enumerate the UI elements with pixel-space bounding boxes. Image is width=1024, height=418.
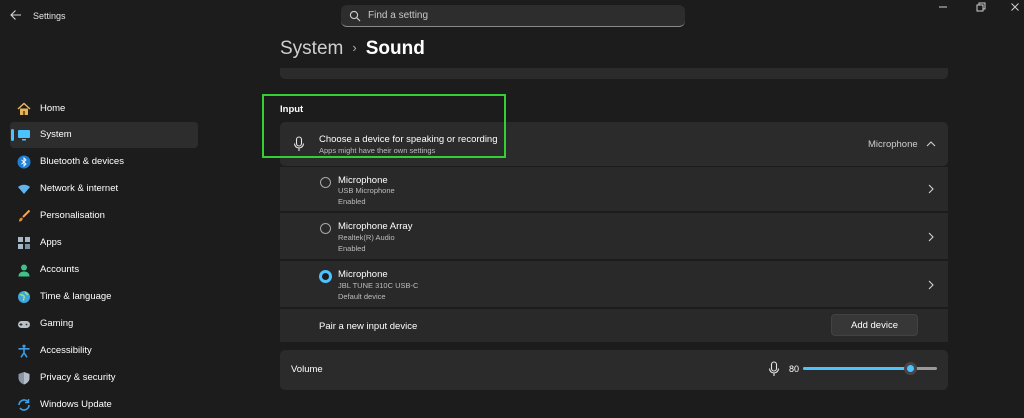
volume-row: Volume 80: [280, 350, 948, 390]
title-bar: Settings: [0, 0, 1024, 34]
shield-icon: [18, 372, 30, 385]
sidebar-item-network[interactable]: Network & internet: [10, 176, 198, 202]
app-title: Settings: [33, 11, 66, 21]
globe-icon: [18, 291, 30, 303]
search-input[interactable]: [368, 5, 668, 25]
sidebar-item-privacy-security[interactable]: Privacy & security: [10, 365, 198, 391]
volume-slider[interactable]: [803, 362, 937, 375]
sidebar-item-bluetooth[interactable]: Bluetooth & devices: [10, 149, 198, 175]
previous-section-card: [280, 68, 948, 79]
device-radio[interactable]: [320, 223, 331, 234]
highlight-box: [262, 94, 506, 158]
pair-device-label: Pair a new input device: [319, 321, 418, 332]
page-title: Sound: [365, 38, 425, 59]
apps-icon: [18, 237, 30, 249]
gamepad-icon: [18, 321, 30, 328]
chevron-right-icon[interactable]: [928, 232, 934, 242]
volume-slider-fill: [803, 367, 911, 370]
minimize-icon[interactable]: [926, 0, 960, 20]
chooser-value: Microphone: [868, 139, 918, 150]
microphone-icon: [768, 361, 780, 376]
chevron-right-icon[interactable]: [928, 184, 934, 194]
device-status: Enabled: [338, 197, 366, 206]
breadcrumb-parent[interactable]: System: [280, 38, 343, 59]
search-icon: [349, 10, 361, 22]
sidebar-item-system[interactable]: System: [10, 122, 198, 148]
device-name: Microphone: [338, 269, 388, 280]
device-row-microphone-jbl[interactable]: Microphone JBL TUNE 310C USB-C Default d…: [280, 261, 948, 307]
close-icon[interactable]: [998, 0, 1024, 20]
selection-indicator: [11, 129, 14, 141]
device-detail: JBL TUNE 310C USB-C: [338, 281, 419, 290]
maximize-icon[interactable]: [964, 0, 998, 20]
device-name: Microphone: [338, 175, 388, 186]
sidebar-item-accounts[interactable]: Accounts: [10, 257, 198, 283]
bluetooth-icon: [17, 155, 31, 169]
volume-slider-thumb[interactable]: [903, 362, 917, 375]
sidebar-item-apps[interactable]: Apps: [10, 230, 198, 256]
volume-value: 80: [789, 364, 800, 374]
sidebar-item-time-language[interactable]: Time & language: [10, 284, 198, 310]
sidebar-item-personalisation[interactable]: Personalisation: [10, 203, 198, 229]
sidebar-item-windows-update[interactable]: Windows Update: [10, 392, 198, 418]
sidebar-item-accessibility[interactable]: Accessibility: [10, 338, 198, 364]
accessibility-icon: [18, 344, 30, 358]
back-arrow-icon[interactable]: [8, 9, 24, 25]
sidebar-item-gaming[interactable]: Gaming: [10, 311, 198, 337]
device-radio-selected[interactable]: [319, 270, 332, 283]
breadcrumb: System › Sound: [280, 38, 425, 60]
sidebar-item-home[interactable]: Home: [10, 96, 198, 122]
breadcrumb-separator: ›: [352, 40, 357, 55]
system-icon: [18, 130, 30, 141]
wifi-icon: [18, 184, 30, 194]
chevron-right-icon[interactable]: [928, 280, 934, 290]
home-icon: [17, 102, 31, 115]
search-box[interactable]: [341, 5, 685, 27]
device-row-microphone-usb[interactable]: Microphone USB Microphone Enabled: [280, 167, 948, 211]
brush-icon: [19, 209, 31, 222]
device-status: Enabled: [338, 244, 366, 253]
add-device-button[interactable]: Add device: [831, 314, 918, 336]
chevron-up-icon[interactable]: [926, 140, 936, 148]
volume-label: Volume: [291, 364, 323, 375]
device-row-microphone-array[interactable]: Microphone Array Realtek(R) Audio Enable…: [280, 213, 948, 259]
person-icon: [18, 264, 30, 277]
device-detail: USB Microphone: [338, 186, 395, 195]
device-detail: Realtek(R) Audio: [338, 233, 395, 242]
device-status: Default device: [338, 292, 386, 301]
device-radio[interactable]: [320, 177, 331, 188]
update-icon: [18, 399, 30, 411]
device-name: Microphone Array: [338, 221, 413, 232]
